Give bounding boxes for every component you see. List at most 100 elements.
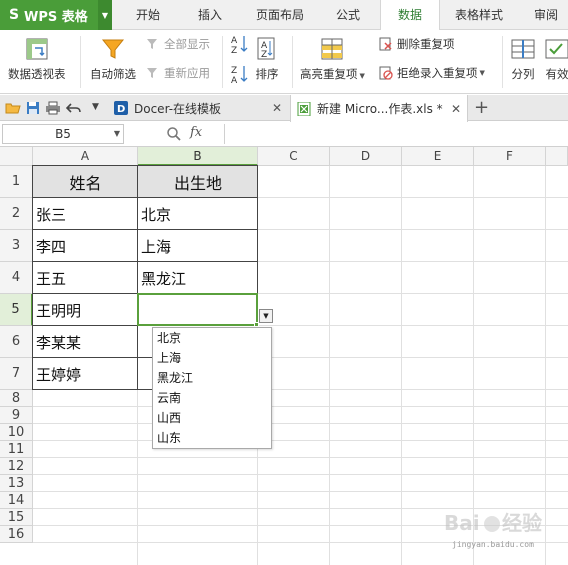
cell-dropdown-button[interactable]: ▼	[259, 309, 273, 323]
chevron-down-icon[interactable]: ▼	[480, 69, 485, 77]
dropdown-option[interactable]: 上海	[153, 348, 271, 368]
tab-label: Docer-在线模板	[134, 101, 222, 116]
tab-docer-templates[interactable]: D Docer-在线模板 ✕	[108, 95, 288, 121]
tab-data[interactable]: 数据	[380, 0, 440, 31]
open-folder-icon[interactable]	[5, 100, 21, 116]
tab-workbook[interactable]: 新建 Micro...作表.xls * ✕	[290, 95, 468, 122]
sort-descending-button[interactable]: Z A	[231, 64, 249, 84]
close-icon[interactable]: ✕	[272, 101, 282, 115]
sort-button[interactable]: A Z 排序	[254, 36, 280, 82]
svg-text:经验: 经验	[502, 511, 542, 535]
autofilter-button[interactable]: 自动筛选	[90, 36, 136, 82]
table-cell[interactable]: 上海	[138, 230, 258, 262]
save-icon[interactable]	[25, 100, 41, 116]
table-cell[interactable]: 张三	[33, 198, 138, 230]
dropdown-option[interactable]: 云南	[153, 388, 271, 408]
table-header-cell[interactable]: 姓名	[33, 166, 138, 198]
column-header-b[interactable]: B	[138, 147, 258, 166]
row-header-9[interactable]: 9	[0, 407, 33, 424]
tab-page-layout[interactable]: 页面布局	[250, 0, 310, 30]
highlight-duplicates-icon	[321, 38, 343, 60]
tab-label: 新建 Micro...作表.xls *	[317, 102, 443, 116]
print-icon[interactable]	[45, 100, 61, 116]
close-icon[interactable]: ✕	[451, 102, 461, 116]
column-header-a[interactable]: A	[33, 147, 138, 166]
table-header-cell[interactable]: 出生地	[138, 166, 258, 198]
row-header-7[interactable]: 7	[0, 358, 33, 390]
reapply-button[interactable]: 重新应用	[146, 65, 210, 81]
text-to-columns-label: 分列	[511, 67, 535, 81]
column-header-c[interactable]: C	[258, 147, 330, 166]
reject-duplicates-button[interactable]: 拒绝录入重复项 ▼	[379, 65, 485, 81]
row-header-2[interactable]: 2	[0, 198, 33, 230]
row-header-8[interactable]: 8	[0, 390, 33, 407]
name-box[interactable]: B5 ▼	[2, 124, 124, 144]
insert-function-button[interactable]: fx	[190, 125, 202, 140]
tab-home[interactable]: 开始	[124, 0, 172, 30]
row-header-16[interactable]: 16	[0, 526, 33, 543]
quick-access-more-icon[interactable]: ▼	[92, 102, 99, 112]
gridline	[401, 166, 402, 565]
pivot-table-button[interactable]: 数据透视表	[8, 36, 66, 82]
table-border	[32, 165, 33, 390]
gridline	[329, 166, 330, 565]
table-cell[interactable]: 李四	[33, 230, 138, 262]
tab-formulas[interactable]: 公式	[324, 0, 372, 30]
xls-file-icon	[297, 101, 311, 116]
row-header-10[interactable]: 10	[0, 424, 33, 441]
column-header-f[interactable]: F	[474, 147, 546, 166]
sort-ascending-icon: A Z	[231, 36, 248, 54]
chevron-down-icon[interactable]: ▼	[114, 125, 120, 143]
select-all-corner[interactable]	[0, 147, 33, 166]
row-header-1[interactable]: 1	[0, 166, 33, 198]
search-icon[interactable]	[166, 126, 182, 142]
row-header-6[interactable]: 6	[0, 326, 33, 358]
row-header-5[interactable]: 5	[0, 294, 33, 326]
row-header-14[interactable]: 14	[0, 492, 33, 509]
text-to-columns-button[interactable]: 分列	[510, 36, 536, 82]
dropdown-option[interactable]: 山东	[153, 428, 271, 448]
column-header-d[interactable]: D	[330, 147, 402, 166]
row-header-4[interactable]: 4	[0, 262, 33, 294]
docer-icon: D	[114, 101, 128, 115]
gridline	[33, 457, 568, 458]
tab-table-style[interactable]: 表格样式	[448, 0, 510, 30]
row-header-13[interactable]: 13	[0, 475, 33, 492]
dropdown-option[interactable]: 黑龙江	[153, 368, 271, 388]
row-header-3[interactable]: 3	[0, 230, 33, 262]
row-header-11[interactable]: 11	[0, 441, 33, 458]
tab-review[interactable]: 审阅	[524, 0, 568, 30]
table-cell[interactable]: 李某某	[33, 326, 138, 358]
new-tab-button[interactable]: +	[474, 97, 489, 118]
table-cell[interactable]: 王五	[33, 262, 138, 294]
app-menu-button[interactable]: S WPS 表格 ▼	[0, 0, 112, 30]
show-all-button[interactable]: 全部显示	[146, 36, 210, 52]
row-header-12[interactable]: 12	[0, 458, 33, 475]
filter-icon	[101, 39, 125, 59]
menu-bar: S WPS 表格 ▼ 开始 插入 页面布局 公式 数据 表格样式 审阅	[0, 0, 568, 31]
remove-duplicates-button[interactable]: 删除重复项	[379, 36, 455, 52]
sort-label: 排序	[255, 67, 279, 81]
undo-icon[interactable]	[66, 100, 82, 116]
autofilter-label: 自动筛选	[90, 67, 136, 81]
ribbon-divider	[222, 36, 223, 88]
chevron-down-icon[interactable]: ▼	[98, 0, 112, 30]
dropdown-option[interactable]: 山西	[153, 408, 271, 428]
tab-insert[interactable]: 插入	[186, 0, 234, 30]
formula-input[interactable]	[224, 124, 568, 144]
sort-ascending-button[interactable]: A Z	[231, 34, 249, 54]
gridline	[33, 423, 568, 424]
column-header-e[interactable]: E	[402, 147, 474, 166]
column-header-g[interactable]	[546, 147, 568, 166]
table-cell[interactable]: 王明明	[33, 294, 138, 326]
cell-reference: B5	[55, 127, 71, 141]
highlight-duplicates-button[interactable]: 高亮重复项 ▼	[300, 36, 365, 82]
table-cell[interactable]: 王婷婷	[33, 358, 138, 390]
data-validity-button[interactable]: 有效	[544, 36, 568, 82]
active-cell[interactable]	[137, 293, 258, 326]
row-header-15[interactable]: 15	[0, 509, 33, 526]
dropdown-option[interactable]: 北京	[153, 328, 271, 348]
svg-text:D: D	[117, 104, 125, 115]
table-cell[interactable]: 黑龙江	[138, 262, 258, 294]
table-cell[interactable]: 北京	[138, 198, 258, 230]
